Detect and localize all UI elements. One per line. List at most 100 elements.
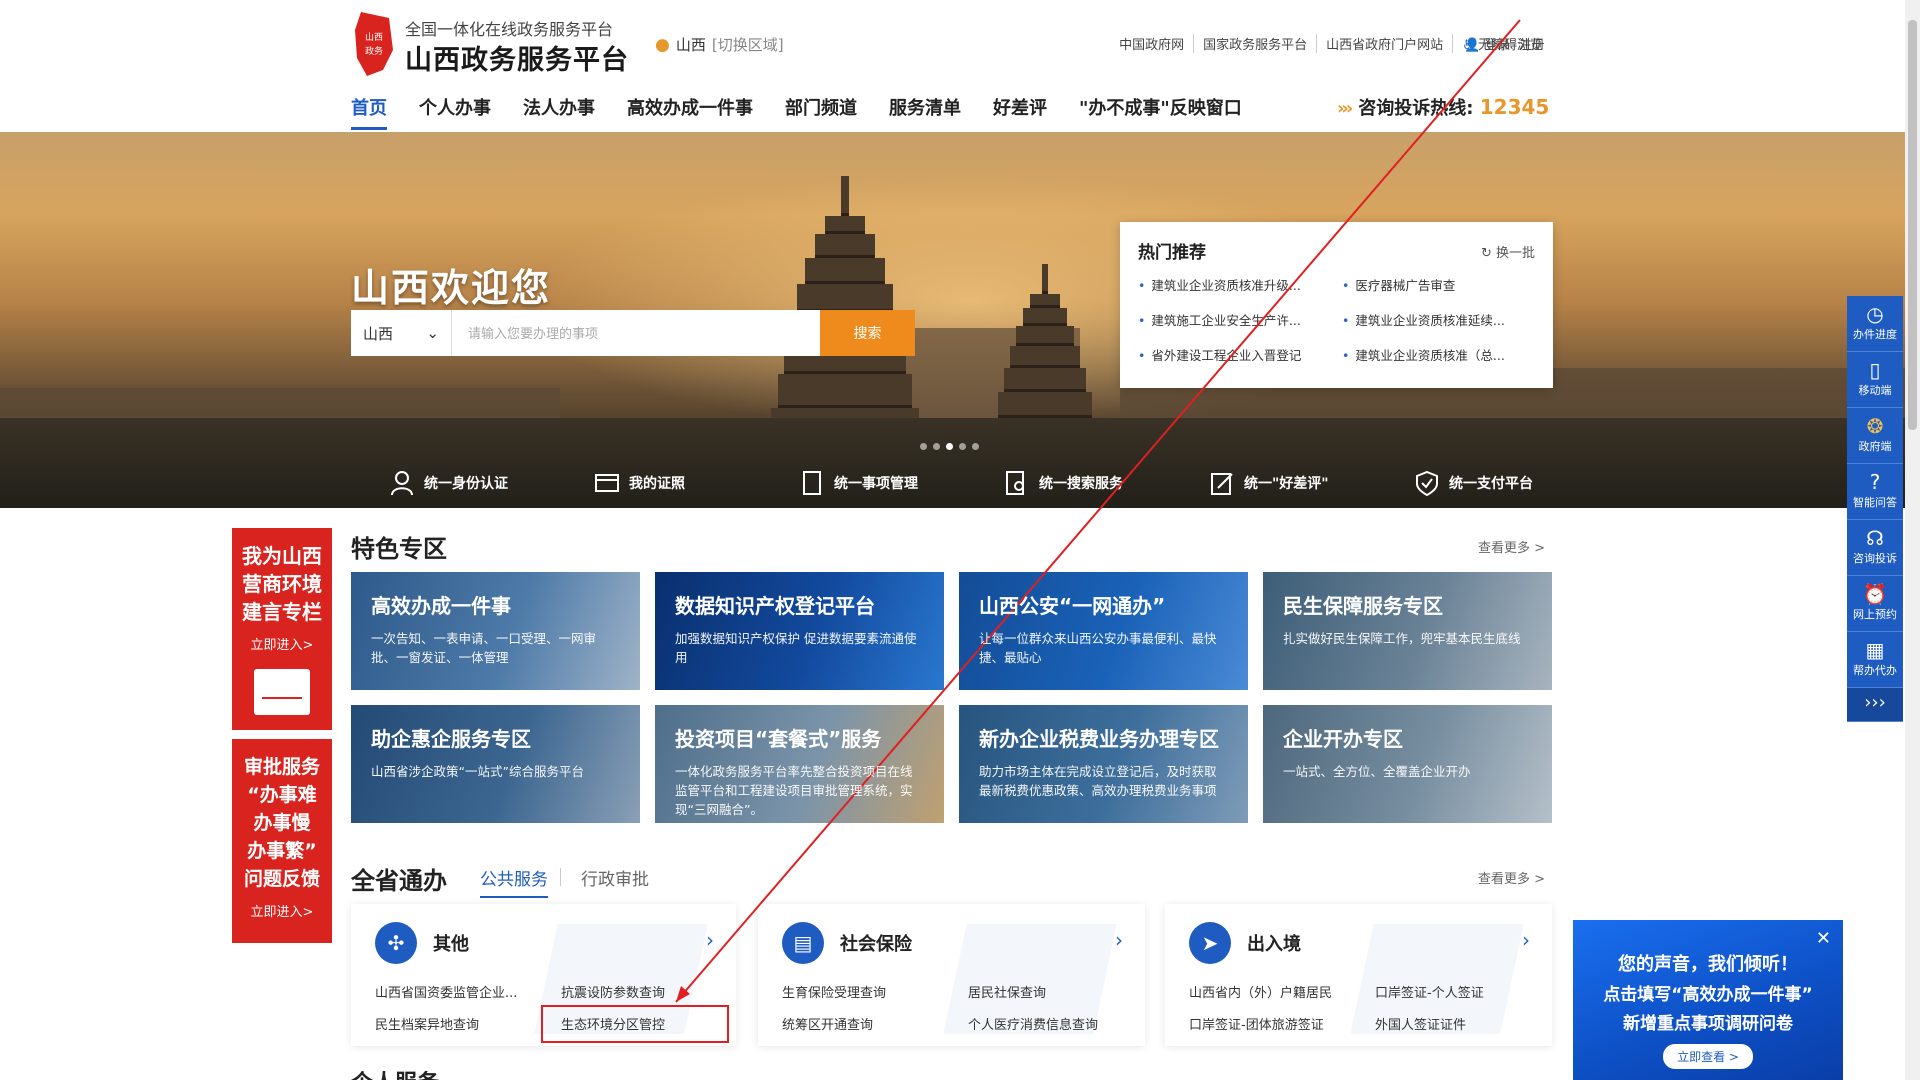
search-input[interactable] bbox=[452, 310, 820, 356]
service-link[interactable]: 个人医疗消费信息查询 bbox=[968, 1014, 1138, 1033]
close-icon[interactable]: ✕ bbox=[1816, 928, 1831, 949]
float-assist[interactable]: ▦ 帮办代办 bbox=[1847, 632, 1903, 688]
card-enterprise-support[interactable]: 助企惠企服务专区 山西省涉企政策“一站式”综合服务平台 bbox=[351, 705, 640, 823]
province-more-link[interactable]: 查看更多 > bbox=[1478, 868, 1545, 887]
alarm-icon: ⏰ bbox=[1862, 582, 1888, 606]
float-gov[interactable]: ❂ 政府端 bbox=[1847, 408, 1903, 464]
service-link[interactable]: 外国人签证证件 bbox=[1375, 1014, 1545, 1033]
card-efficient[interactable]: 高效办成一件事 一次告知、一表申请、一口受理、一网审批、一窗发证、一体管理 bbox=[351, 572, 640, 690]
quick-search-service[interactable]: 统一搜索服务 bbox=[1005, 470, 1210, 496]
tab-admin-approval[interactable]: 行政审批 bbox=[581, 865, 649, 898]
chevron-right-icon[interactable]: › bbox=[1522, 928, 1530, 952]
quick-identity-auth[interactable]: 统一身份认证 bbox=[390, 470, 595, 496]
nav-personal[interactable]: 个人办事 bbox=[419, 88, 491, 130]
hot-item[interactable]: 省外建设工程企业入晋登记 bbox=[1138, 345, 1332, 364]
nav-rating[interactable]: 好差评 bbox=[993, 88, 1047, 130]
chevron-right-icon[interactable]: › bbox=[1115, 928, 1123, 952]
nav-efficient[interactable]: 高效办成一件事 bbox=[627, 88, 753, 130]
float-progress[interactable]: ◷ 办件进度 bbox=[1847, 296, 1903, 352]
logo-emblem[interactable]: 山西 政务 bbox=[353, 10, 395, 78]
popup-line: 点击填写“高效办成一件事” bbox=[1603, 985, 1813, 1005]
link-national-platform[interactable]: 国家政务服务平台 bbox=[1194, 34, 1318, 53]
float-expand-button[interactable]: ››› bbox=[1847, 688, 1903, 722]
search-region-select[interactable]: 山西 ⌄ bbox=[351, 310, 452, 356]
card-investment[interactable]: 投资项目“套餐式”服务 一体化政务服务平台率先整合投资项目在线监管平台和工程建设项… bbox=[655, 705, 944, 823]
scrollbar[interactable] bbox=[1905, 0, 1920, 1080]
refresh-icon: ↻ bbox=[1480, 246, 1492, 261]
logo-title[interactable]: 山西政务服务平台 bbox=[405, 38, 629, 77]
card-livelihood[interactable]: 民生保障服务专区 扎实做好民生保障工作，兜牢基本民生底线 bbox=[1263, 572, 1552, 690]
service-name[interactable]: 其他 bbox=[433, 930, 469, 956]
carousel-dot[interactable] bbox=[933, 443, 940, 450]
nav-home[interactable]: 首页 bbox=[351, 88, 387, 130]
nav-feedback-window[interactable]: "办不成事"反映窗口 bbox=[1079, 88, 1242, 130]
clock-icon: ◷ bbox=[1866, 302, 1884, 326]
tab-public-service[interactable]: 公共服务 bbox=[480, 865, 548, 898]
nav-departments[interactable]: 部门频道 bbox=[785, 88, 857, 130]
service-link[interactable]: 口岸签证-个人签证 bbox=[1375, 982, 1545, 1001]
card-public-security[interactable]: 山西公安“一网通办” 让每一位群众来山西公安办事最便利、最快捷、最贴心 bbox=[959, 572, 1248, 690]
hot-item[interactable]: 建筑业企业资质核准升级... bbox=[1138, 275, 1332, 294]
card-data-ip[interactable]: 数据知识产权登记平台 加强数据知识产权保护 促进数据要素流通使用 bbox=[655, 572, 944, 690]
quick-item-management[interactable]: 统一事项管理 bbox=[800, 470, 1005, 496]
service-card-exit-entry: ➤ 出入境 › 山西省内（外）户籍居民 口岸签证-个人签证 口岸签证-团体旅游签证… bbox=[1165, 904, 1552, 1046]
quick-payment[interactable]: 统一支付平台 bbox=[1415, 470, 1620, 496]
emblem-icon: ❂ bbox=[1866, 414, 1884, 438]
float-consult[interactable]: ☊ 咨询投诉 bbox=[1847, 520, 1903, 576]
hot-item[interactable]: 建筑业企业资质核准延续... bbox=[1342, 310, 1536, 329]
hotline-label: 咨询投诉热线: bbox=[1358, 98, 1474, 119]
enter-link[interactable]: 立即进入> bbox=[232, 901, 332, 920]
nav-service-list[interactable]: 服务清单 bbox=[889, 88, 961, 130]
hot-item[interactable]: 建筑施工企业安全生产许... bbox=[1138, 310, 1332, 329]
quick-my-license[interactable]: 我的证照 bbox=[595, 470, 800, 496]
service-name[interactable]: 社会保险 bbox=[840, 930, 912, 956]
quick-rating[interactable]: 统一"好差评" bbox=[1210, 470, 1415, 496]
hot-item[interactable]: 医疗器械广告审查 bbox=[1342, 275, 1536, 294]
service-link[interactable]: 统筹区开通查询 bbox=[782, 1014, 968, 1033]
carousel-dot-active[interactable] bbox=[946, 443, 953, 450]
carousel-dot[interactable] bbox=[972, 443, 979, 450]
link-gov-cn[interactable]: 中国政府网 bbox=[1110, 34, 1195, 53]
right-float-bar: ◷ 办件进度 ▯ 移动端 ❂ 政府端 ? 智能问答 ☊ 咨询投诉 ⏰ 网上预约 ▦ 帮办代办 … bbox=[1847, 296, 1903, 722]
service-link[interactable]: 民生档案异地查询 bbox=[375, 1014, 561, 1033]
service-link[interactable]: 居民社保查询 bbox=[968, 982, 1138, 1001]
float-mobile[interactable]: ▯ 移动端 bbox=[1847, 352, 1903, 408]
service-name[interactable]: 出入境 bbox=[1247, 930, 1301, 956]
view-now-button[interactable]: 立即查看 > bbox=[1663, 1044, 1753, 1069]
refresh-button[interactable]: ↻ 换一批 bbox=[1481, 242, 1535, 261]
chevron-down-icon: ⌄ bbox=[426, 324, 439, 342]
card-tax[interactable]: 新办企业税费业务办理专区 助力市场主体在完成设立登记后，及时获取最新税费优惠政策、… bbox=[959, 705, 1248, 823]
nav-legal-person[interactable]: 法人办事 bbox=[523, 88, 595, 130]
float-qa[interactable]: ? 智能问答 bbox=[1847, 464, 1903, 520]
special-more-link[interactable]: 查看更多 > bbox=[1478, 537, 1545, 556]
carousel-dots bbox=[920, 443, 979, 450]
link-shanxi-portal[interactable]: 山西省政府门户网站 bbox=[1317, 34, 1454, 53]
survey-popup[interactable]: ✕ 您的声音，我们倾听！ 点击填写“高效办成一件事” 新增重点事项调研问卷 立即… bbox=[1573, 920, 1843, 1080]
grid-icon: ✣ bbox=[375, 922, 417, 964]
region-switch-link[interactable]: [切换区域] bbox=[712, 36, 784, 54]
enter-link[interactable]: 立即进入> bbox=[232, 634, 332, 653]
carousel-dot[interactable] bbox=[959, 443, 966, 450]
svg-text:山西: 山西 bbox=[365, 32, 383, 43]
search-button[interactable]: 搜索 bbox=[820, 310, 915, 356]
hot-recommend-panel: 热门推荐 ↻ 换一批 建筑业企业资质核准升级... 医疗器械广告审查 建筑施工企… bbox=[1120, 222, 1553, 388]
hot-item[interactable]: 建筑业企业资质核准（总... bbox=[1342, 345, 1536, 364]
float-appointment[interactable]: ⏰ 网上预约 bbox=[1847, 576, 1903, 632]
service-link[interactable]: 抗震设防参数查询 bbox=[561, 982, 731, 1001]
suggestion-panel[interactable]: 我为山西 营商环境 建言专栏 立即进入> bbox=[232, 528, 332, 730]
chevron-right-icon[interactable]: › bbox=[706, 928, 714, 952]
carousel-dot[interactable] bbox=[920, 443, 927, 450]
scrollbar-thumb[interactable] bbox=[1908, 20, 1917, 430]
service-link[interactable]: 生育保险受理查询 bbox=[782, 982, 968, 1001]
register-link[interactable]: 注册 bbox=[1518, 38, 1544, 53]
service-link[interactable]: 山西省国资委监管企业... bbox=[375, 982, 561, 1001]
card-company-setup[interactable]: 企业开办专区 一站式、全方位、全覆盖企业开办 bbox=[1263, 705, 1552, 823]
hotline: ››› 咨询投诉热线: 12345 bbox=[1337, 94, 1549, 120]
login-link[interactable]: 登录 bbox=[1484, 38, 1510, 53]
page: 山西 政务 全国一体化在线政务服务平台 山西政务服务平台 ● 山西 [切换区域] 中… bbox=[0, 0, 1920, 1080]
feedback-panel[interactable]: 审批服务 “办事难 办事慢 办事繁” 问题反馈 立即进入> bbox=[232, 739, 332, 943]
headset-icon: ☊ bbox=[1866, 526, 1884, 550]
service-link[interactable]: 口岸签证-团体旅游签证 bbox=[1189, 1014, 1375, 1033]
region-selector[interactable]: ● 山西 [切换区域] bbox=[655, 34, 784, 55]
service-link[interactable]: 山西省内（外）户籍居民 bbox=[1189, 982, 1375, 1001]
